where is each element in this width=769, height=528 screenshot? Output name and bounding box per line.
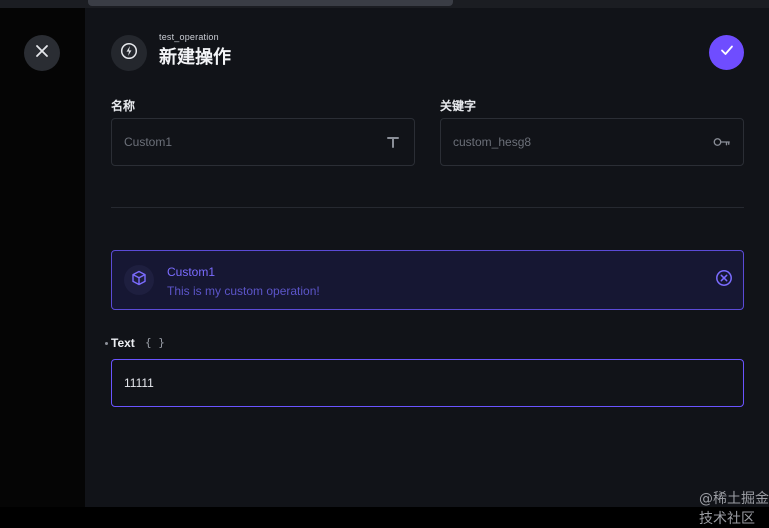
operation-description: This is my custom operation! [167, 284, 320, 298]
text-input[interactable] [124, 376, 731, 390]
check-icon [720, 43, 734, 62]
horizontal-scrollbar[interactable] [88, 0, 453, 6]
window-top-strip [0, 0, 769, 8]
name-input[interactable] [124, 135, 384, 149]
key-icon [713, 133, 731, 151]
x-circle-icon [715, 269, 733, 292]
text-type-icon [384, 133, 402, 151]
name-field-label: 名称 [111, 99, 136, 113]
confirm-button[interactable] [709, 35, 744, 70]
text-field [111, 359, 744, 407]
page-title: 新建操作 [159, 47, 231, 68]
watermark: @稀土掘金技术社区 [699, 491, 769, 527]
operation-name: Custom1 [167, 265, 216, 279]
cube-icon [131, 270, 147, 291]
key-field [440, 118, 744, 166]
close-button[interactable] [24, 35, 60, 71]
required-indicator [105, 342, 108, 345]
page-subtitle: test_operation [159, 32, 219, 42]
selected-operation-card[interactable]: Custom1 This is my custom operation! [111, 250, 744, 310]
name-field [111, 118, 415, 166]
drawer-panel: test_operation 新建操作 名称 关键字 [85, 8, 769, 527]
key-input[interactable] [453, 135, 713, 149]
section-divider [111, 207, 744, 208]
bolt-circle-icon [120, 42, 138, 65]
remove-operation-button[interactable] [715, 269, 733, 292]
close-icon [35, 44, 49, 63]
operation-icon-badge [111, 35, 147, 71]
text-field-label: Text [111, 336, 135, 350]
operation-card-badge [124, 265, 154, 295]
key-field-label: 关键字 [440, 99, 477, 113]
variable-braces-icon[interactable]: { } [145, 336, 165, 349]
left-rail [0, 8, 85, 507]
